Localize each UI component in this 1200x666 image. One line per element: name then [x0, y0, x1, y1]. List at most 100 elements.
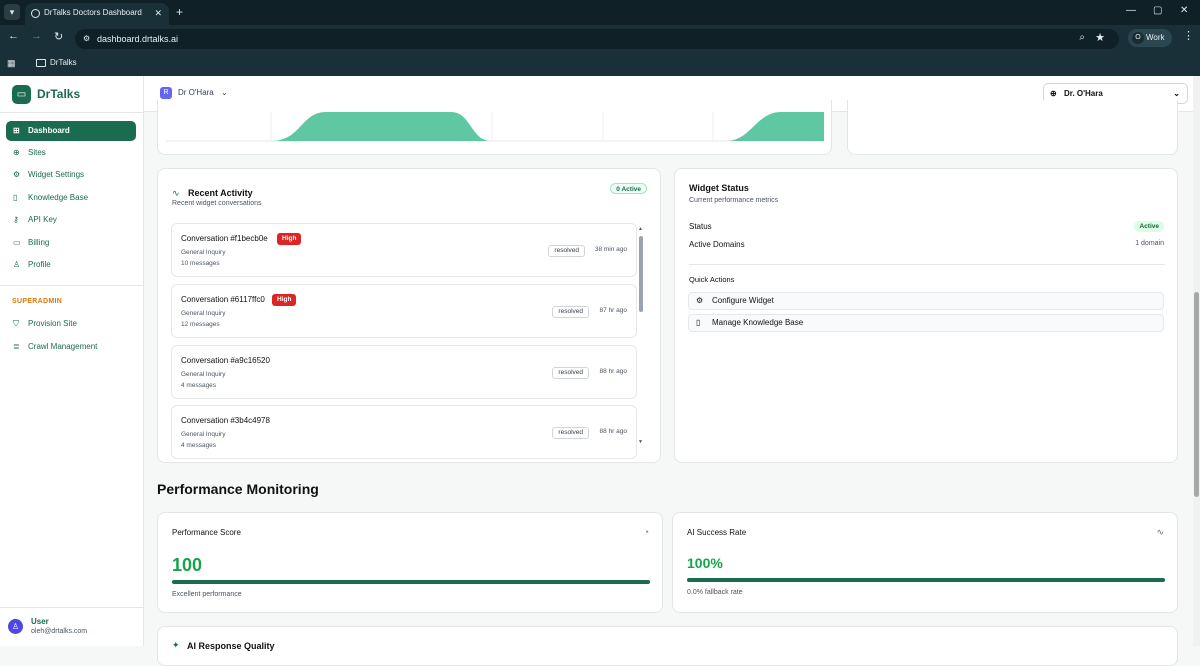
list-item[interactable]: Conversation #6117ffc0 High General Inqu…: [171, 284, 637, 338]
card-title: AI Response Quality: [187, 641, 275, 651]
sidebar-item-label: Crawl Management: [28, 342, 98, 351]
conversation-id: Conversation #6117ffc0: [181, 295, 265, 304]
sidebar-item-label: Billing: [28, 238, 50, 247]
ai-response-quality-card: ✦ AI Response Quality: [157, 626, 1178, 666]
address-bar-row: ← → ↻ ⚙ dashboard.drtalks.ai ⌕ ★ O Work …: [0, 25, 1200, 52]
ai-success-rate-card: AI Success Rate ∿ 100% 0.0% fallback rat…: [672, 512, 1178, 613]
active-domains-value: 1 domain: [1135, 240, 1164, 247]
divider: [0, 112, 143, 113]
message-count: 12 messages: [181, 321, 220, 328]
activity-scrollbar[interactable]: ▲ ▼: [638, 226, 643, 445]
folder-icon: [36, 59, 46, 67]
book-icon: ▯: [696, 318, 701, 327]
brand[interactable]: ▭ DrTalks: [12, 84, 80, 104]
progress-bar: [172, 580, 650, 584]
tab-title: DrTalks Doctors Dashboard: [44, 8, 142, 17]
bookmarks-bar: ▦ DrTalks: [0, 52, 1200, 76]
browser-chrome: ▾ DrTalks Doctors Dashboard ✕ + — ▢ ✕ ← …: [0, 0, 1200, 76]
scrollbar-thumb[interactable]: [1194, 292, 1199, 497]
address-bar[interactable]: ⚙ dashboard.drtalks.ai ⌕ ★: [75, 29, 1119, 49]
activity-header: ∿ Recent Activity: [172, 183, 253, 201]
brand-name: DrTalks: [37, 87, 81, 101]
site-selector[interactable]: R Dr O'Hara ⌄: [160, 87, 228, 99]
sidebar-item-label: Dashboard: [28, 126, 70, 135]
page-scrollbar[interactable]: [1193, 76, 1200, 646]
close-tab-icon[interactable]: ✕: [154, 3, 162, 23]
back-icon[interactable]: ←: [8, 30, 19, 42]
list-item[interactable]: Conversation #a9c16520 General Inquiry 4…: [171, 345, 637, 399]
list-item[interactable]: Conversation #f1becb0e High General Inqu…: [171, 223, 637, 277]
search-icon[interactable]: ⌕: [1079, 32, 1085, 43]
conversation-id: Conversation #3b4c4978: [181, 416, 270, 425]
activity-icon: ∿: [1156, 527, 1164, 537]
browser-tab[interactable]: DrTalks Doctors Dashboard ✕: [25, 3, 169, 25]
sidebar-item-label: API Key: [28, 215, 57, 224]
list-item[interactable]: Conversation #3b4c4978 General Inquiry 4…: [171, 405, 637, 459]
ai-track: [687, 578, 1165, 582]
performance-score-value: 100: [172, 555, 203, 575]
maximize-icon[interactable]: ▢: [1153, 5, 1162, 16]
priority-badge: High: [272, 294, 297, 306]
book-icon: ▯: [13, 193, 18, 202]
sidebar-item-crawl-management[interactable]: ≣ Crawl Management: [6, 337, 136, 357]
profile-button[interactable]: O Work: [1128, 29, 1172, 47]
sidebar-item-knowledge-base[interactable]: ▯ Knowledge Base: [6, 188, 136, 208]
chat-logo-icon: ▭: [12, 84, 31, 104]
time-ago: 88 hr ago: [599, 428, 627, 435]
conversation-type: General Inquiry: [181, 249, 226, 256]
browser-menu-icon[interactable]: ⋮: [1183, 29, 1194, 42]
site-name: Dr O'Hara: [178, 88, 214, 97]
gear-icon: ⚙: [13, 170, 21, 179]
active-domains-label: Active Domains: [689, 240, 745, 249]
progress-bar: [687, 578, 1165, 582]
superadmin-heading: SUPERADMIN: [12, 298, 63, 305]
sidebar-item-dashboard[interactable]: ⊞ Dashboard: [6, 121, 136, 141]
bookmark-folder[interactable]: DrTalks: [36, 57, 77, 69]
score-track: [172, 580, 650, 584]
user-icon: ♙: [13, 260, 21, 269]
ai-caption: 0.0% fallback rate: [687, 589, 743, 596]
sidebar-item-api-key[interactable]: ⚷ API Key: [6, 210, 136, 230]
status-badge: resolved: [548, 245, 585, 257]
sidebar-item-widget-settings[interactable]: ⚙ Widget Settings: [6, 165, 136, 185]
divider: [0, 607, 143, 608]
apps-grid-icon[interactable]: ▦: [7, 58, 17, 68]
sidebar-item-sites[interactable]: ⊕ Sites: [6, 143, 136, 163]
priority-badge: High: [277, 233, 302, 245]
forward-icon[interactable]: →: [31, 30, 42, 42]
status-badge: resolved: [552, 367, 589, 379]
site-icon: R: [160, 87, 172, 99]
ai-success-value: 100%: [687, 555, 723, 571]
conversation-type: General Inquiry: [181, 371, 226, 378]
tab-search-button[interactable]: ▾: [4, 4, 20, 20]
card-title: AI Success Rate: [687, 528, 747, 537]
message-count: 10 messages: [181, 260, 220, 267]
url-text[interactable]: dashboard.drtalks.ai: [97, 29, 178, 49]
sidebar-item-billing[interactable]: ▭ Billing: [6, 233, 136, 253]
side-stat-card: [847, 100, 1178, 155]
database-icon: ≣: [13, 342, 20, 351]
scroll-up-icon[interactable]: ▲: [638, 226, 643, 232]
bookmark-star-icon[interactable]: ★: [1095, 31, 1105, 44]
new-tab-button[interactable]: +: [176, 4, 183, 20]
minimize-icon[interactable]: —: [1126, 5, 1136, 16]
status-badge: Active: [1134, 221, 1164, 232]
globe-icon: [31, 9, 40, 18]
manage-knowledge-base-button[interactable]: ▯ Manage Knowledge Base: [688, 314, 1164, 332]
key-icon: ⚷: [13, 215, 19, 224]
sidebar-item-provision-site[interactable]: ⛉ Provision Site: [6, 314, 136, 334]
configure-widget-button[interactable]: ⚙ Configure Widget: [688, 292, 1164, 310]
scroll-down-icon[interactable]: ▼: [638, 439, 643, 445]
activity-icon: ∿: [172, 188, 180, 198]
scrollbar-thumb[interactable]: [639, 236, 643, 312]
sidebar-item-profile[interactable]: ♙ Profile: [6, 255, 136, 275]
traffic-area-chart: [166, 112, 824, 142]
site-info-icon[interactable]: ⚙: [83, 34, 92, 43]
globe-icon: ⊕: [13, 148, 20, 157]
reload-icon[interactable]: ↻: [54, 30, 63, 43]
widget-status-subtitle: Current performance metrics: [689, 197, 779, 204]
close-window-icon[interactable]: ✕: [1180, 5, 1188, 16]
bookmark-label: DrTalks: [50, 58, 77, 67]
sidebar-item-label: Profile: [28, 260, 51, 269]
divider: [689, 264, 1165, 265]
